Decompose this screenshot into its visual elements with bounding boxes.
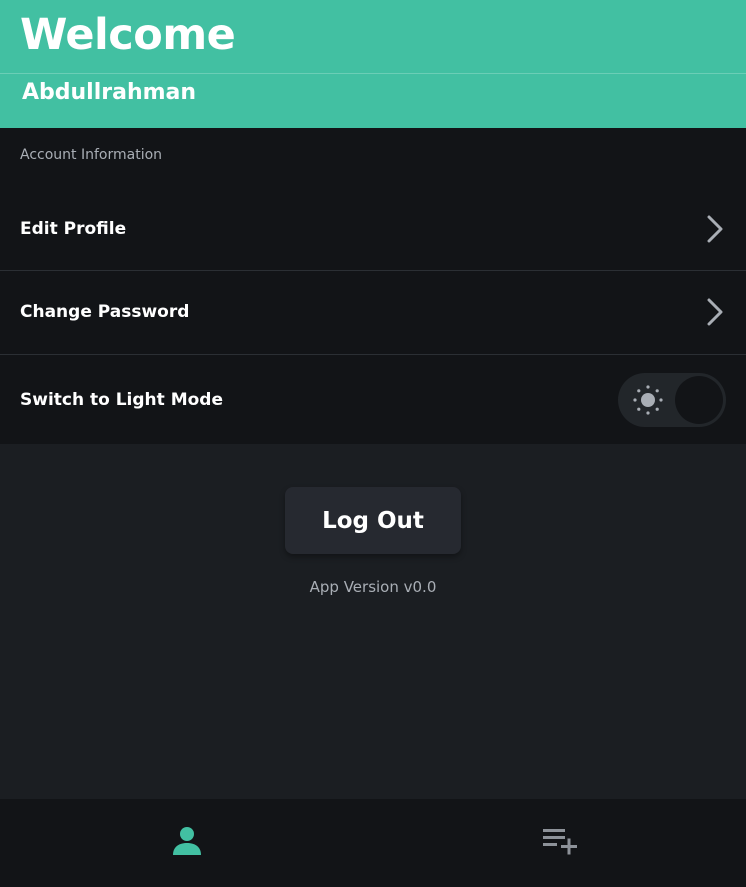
playlist-add-icon: [541, 825, 579, 861]
settings-list: Account Information Edit Profile Change …: [0, 128, 746, 444]
edit-profile-row[interactable]: Edit Profile: [0, 188, 746, 270]
change-password-row[interactable]: Change Password: [0, 271, 746, 353]
light-mode-toggle[interactable]: [618, 372, 726, 427]
section-label: Account Information: [20, 147, 163, 163]
log-out-button[interactable]: Log Out: [285, 487, 461, 554]
header-divider: [0, 73, 746, 74]
nav-item-playlist-add[interactable]: [373, 799, 746, 887]
person-icon: [170, 824, 204, 862]
chevron-right-icon: [704, 214, 726, 244]
nav-item-profile[interactable]: [0, 799, 373, 887]
chevron-right-icon: [704, 297, 726, 327]
sun-icon: [632, 384, 664, 416]
header: Welcome Abdullrahman: [0, 0, 746, 128]
light-mode-label: Switch to Light Mode: [20, 389, 223, 410]
light-mode-row: Switch to Light Mode: [0, 355, 746, 444]
toggle-knob: [675, 375, 723, 424]
page-title: Welcome: [20, 10, 236, 60]
edit-profile-label: Edit Profile: [20, 219, 127, 239]
change-password-label: Change Password: [20, 302, 190, 322]
username: Abdullrahman: [22, 80, 197, 105]
bottom-nav: [0, 799, 746, 887]
app-version: App Version v0.0: [309, 578, 437, 596]
